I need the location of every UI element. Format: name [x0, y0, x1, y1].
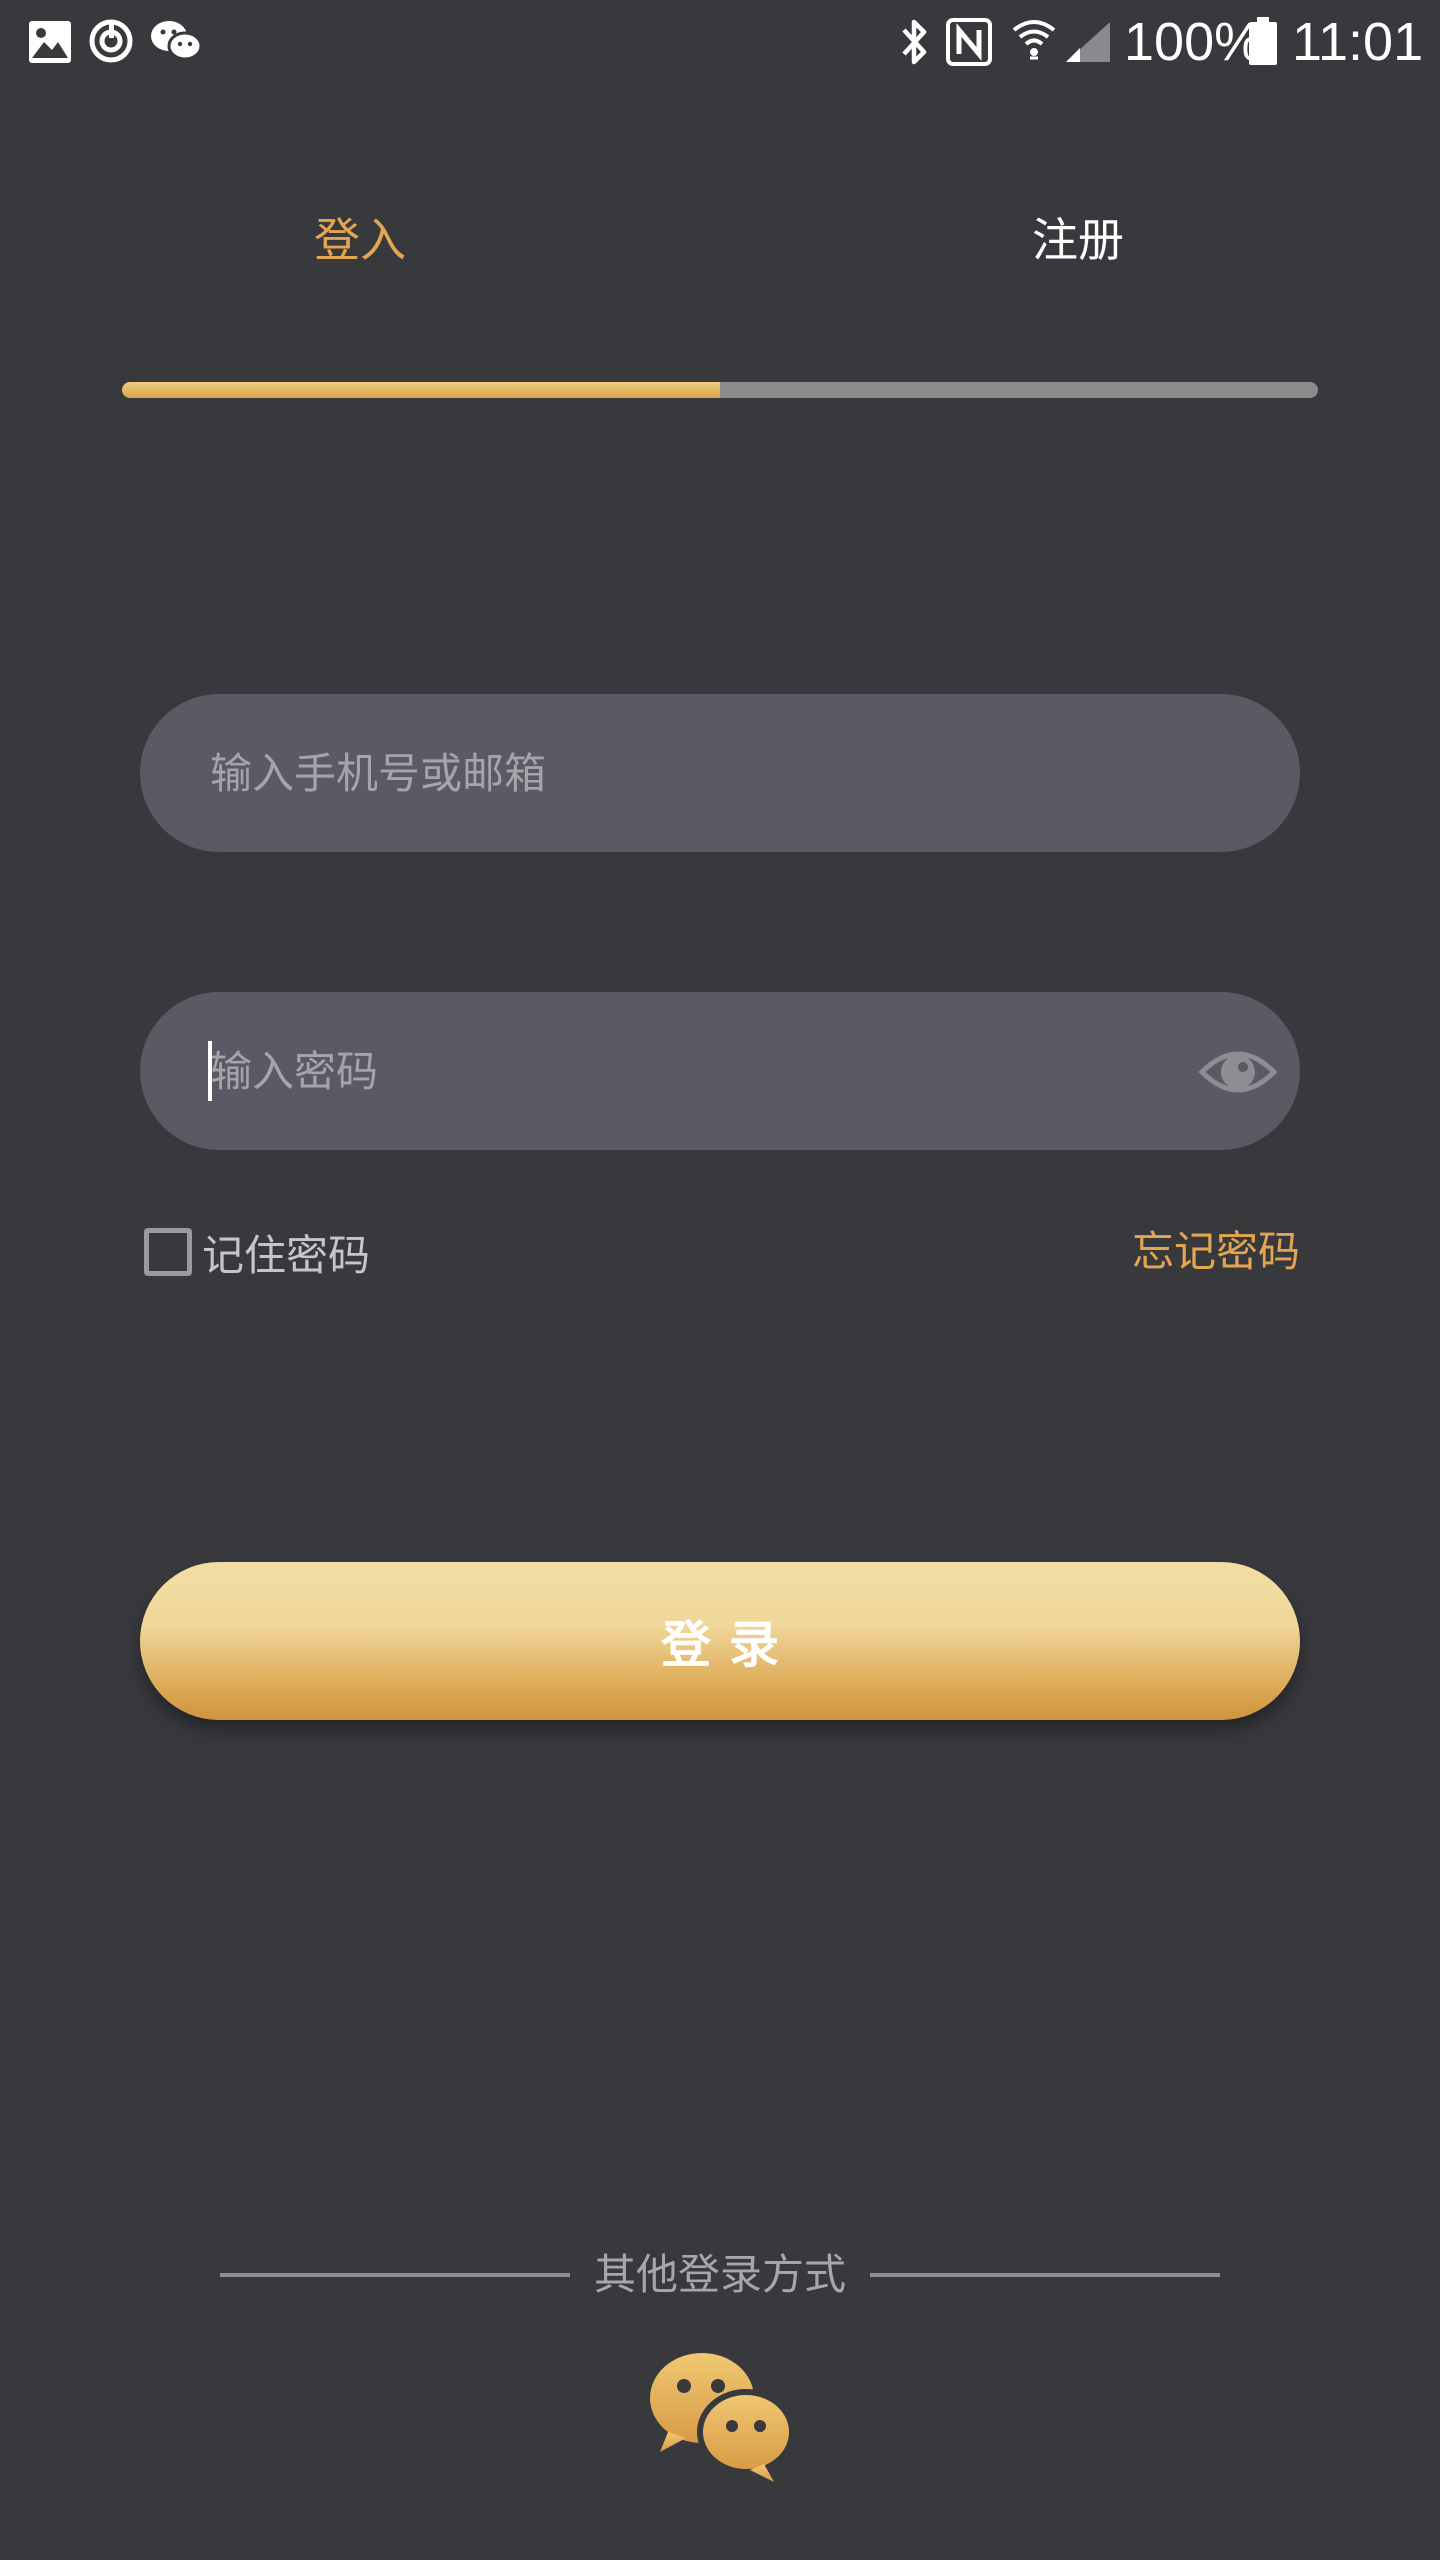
wifi-icon — [1012, 20, 1056, 60]
remember-checkbox[interactable] — [144, 1228, 192, 1276]
battery-percent: 100% — [1124, 12, 1263, 72]
other-login-label: 其他登录方式 — [593, 2250, 846, 2299]
wechat-status-icon — [151, 21, 202, 61]
status-bar: 100% 11:01 — [0, 0, 1440, 84]
password-field[interactable] — [140, 992, 1300, 1150]
divider-left — [220, 2273, 570, 2277]
tab-indicator-track — [122, 382, 1318, 398]
bluetooth-icon — [902, 19, 927, 65]
gallery-icon — [29, 21, 71, 63]
wechat-icon[interactable] — [640, 2346, 800, 2486]
divider-right — [870, 2273, 1220, 2277]
status-time: 11:01 — [1292, 12, 1424, 72]
battery-icon — [1249, 17, 1277, 65]
text-cursor — [208, 1041, 212, 1101]
remember-label: 记住密码 — [202, 1230, 371, 1280]
tab-login[interactable]: 登入 — [180, 200, 540, 280]
tab-active-indicator — [122, 382, 720, 398]
phone-email-field[interactable] — [140, 694, 1300, 852]
login-button[interactable]: 登录 — [140, 1562, 1300, 1720]
phone-email-input[interactable] — [210, 694, 1170, 852]
sync-icon — [89, 19, 133, 63]
remember-password-option[interactable]: 记住密码 — [140, 1216, 370, 1288]
password-input[interactable] — [210, 992, 1170, 1150]
tab-register[interactable]: 注册 — [898, 200, 1258, 280]
eye-icon[interactable] — [1196, 1030, 1280, 1114]
forgot-password-link[interactable]: 忘记密码 — [1132, 1216, 1300, 1288]
signal-icon — [1066, 22, 1110, 62]
nfc-icon — [946, 18, 992, 66]
